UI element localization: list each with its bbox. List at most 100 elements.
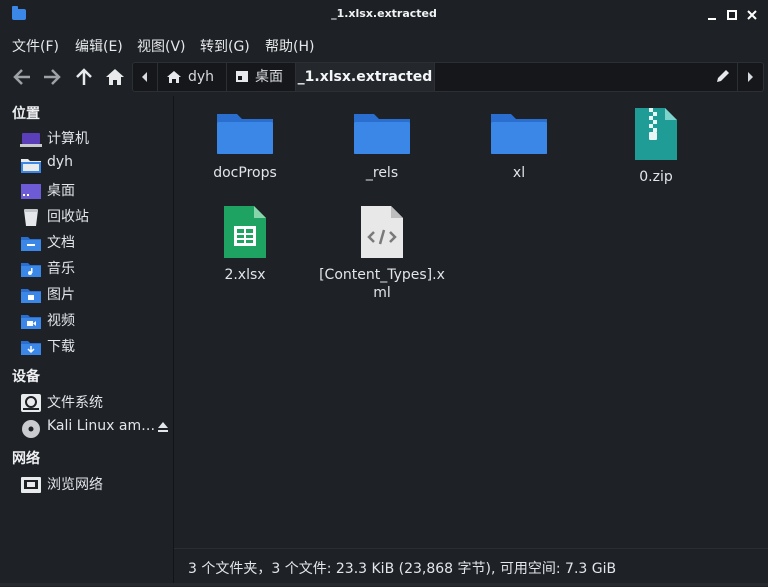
crumb-desktop[interactable]: 桌面 [227, 63, 295, 91]
file-item-xl[interactable]: xl [451, 108, 587, 182]
file-name: [Content_Types].xml [319, 267, 445, 301]
sidebar-item-label: dyh [47, 154, 74, 170]
desktop-folder-icon [21, 184, 41, 199]
sidebar-item-label: 视频 [47, 313, 75, 329]
arrow-right-icon [44, 69, 61, 85]
trash-icon [24, 209, 38, 226]
arrow-up-icon [76, 68, 92, 85]
crumb-label: 桌面 [255, 69, 283, 85]
xml-file-icon [361, 206, 403, 258]
file-name: _rels [365, 165, 399, 181]
menu-bar: 文件(F) 编辑(E) 视图(V) 转到(G) 帮助(H) [0, 30, 768, 58]
edit-path-button[interactable] [709, 63, 737, 91]
sidebar-item-label: 音乐 [47, 261, 75, 277]
videos-folder-icon [21, 315, 41, 329]
file-name: xl [512, 165, 526, 181]
file-item-xlsx[interactable]: 2.xlsx [177, 204, 313, 284]
file-view: docProps _rels xl 0.zip 2.xlsx [Content_… [174, 96, 768, 548]
window-title: _1.xlsx.extracted [331, 7, 437, 20]
status-text: 3 个文件夹，3 个文件: 23.3 KiB (23,868 字节), 可用空间… [188, 561, 617, 577]
sidebar-heading-places: 位置 [12, 106, 40, 122]
sidebar: 位置 计算机 dyh 桌面 回收站 文档 音乐 图片 视频 下载 设备 文件系统… [0, 96, 174, 586]
sidebar-item-label: 图片 [47, 287, 75, 303]
documents-folder-icon [21, 237, 41, 251]
title-bar: _1.xlsx.extracted [0, 0, 768, 30]
sidebar-item-label: 文档 [47, 235, 75, 251]
minimize-button[interactable] [705, 8, 719, 22]
sidebar-item-dyh[interactable]: dyh [0, 151, 173, 177]
sidebar-item-label: 计算机 [47, 131, 89, 147]
sidebar-heading-devices: 设备 [12, 369, 40, 385]
file-name: 0.zip [639, 169, 673, 185]
sidebar-item-label: 回收站 [47, 209, 89, 225]
sidebar-item-music[interactable]: 音乐 [0, 255, 173, 281]
path-scroll-left-button[interactable] [133, 63, 157, 91]
menu-edit[interactable]: 编辑(E) [75, 36, 123, 56]
sidebar-item-label: 浏览网络 [47, 477, 103, 493]
crumb-label: dyh [188, 69, 215, 85]
sidebar-heading-network: 网络 [12, 451, 40, 467]
sidebar-item-network[interactable]: 浏览网络 [0, 471, 173, 497]
sidebar-item-downloads[interactable]: 下载 [0, 333, 173, 359]
eject-icon [158, 422, 168, 432]
computer-icon [20, 133, 42, 147]
status-bar: 3 个文件夹，3 个文件: 23.3 KiB (23,868 字节), 可用空间… [174, 548, 768, 587]
desktop-icon [236, 71, 248, 82]
home-icon [167, 71, 181, 83]
path-bar: dyh 桌面 _1.xlsx.extracted [132, 62, 764, 92]
file-name: 2.xlsx [224, 267, 266, 283]
path-scroll-right-button[interactable] [738, 63, 762, 91]
minimize-icon [708, 18, 716, 20]
menu-view[interactable]: 视图(V) [137, 36, 186, 56]
sidebar-item-label: 下载 [47, 339, 75, 355]
zip-archive-icon [635, 108, 677, 160]
forward-button[interactable] [40, 66, 64, 88]
home-folder-icon [21, 159, 41, 173]
close-icon [747, 10, 757, 20]
back-button[interactable] [10, 66, 34, 88]
maximize-button[interactable] [725, 8, 739, 22]
sidebar-item-optical-disc[interactable]: Kali Linux am… [0, 415, 173, 441]
file-item-content-types[interactable]: [Content_Types].xml [314, 204, 450, 302]
pencil-icon [717, 70, 729, 82]
up-button[interactable] [72, 66, 96, 88]
file-item-rels[interactable]: _rels [314, 108, 450, 182]
menu-go[interactable]: 转到(G) [200, 36, 250, 56]
home-icon [106, 69, 124, 85]
sidebar-item-videos[interactable]: 视频 [0, 307, 173, 333]
sidebar-item-documents[interactable]: 文档 [0, 229, 173, 255]
file-name: docProps [213, 165, 277, 181]
music-folder-icon [21, 263, 41, 277]
home-button[interactable] [103, 66, 127, 88]
chevron-right-icon [748, 72, 753, 82]
eject-button[interactable] [157, 421, 169, 436]
sidebar-item-desktop[interactable]: 桌面 [0, 177, 173, 203]
optical-disc-icon [22, 420, 40, 438]
menu-help[interactable]: 帮助(H) [265, 36, 314, 56]
sidebar-item-label: Kali Linux am… [47, 418, 156, 434]
file-manager-window: _1.xlsx.extracted 文件(F) 编辑(E) 视图(V) 转到(G… [0, 0, 768, 587]
pictures-folder-icon [21, 289, 41, 303]
folder-icon [354, 114, 410, 154]
sidebar-item-label: 文件系统 [47, 395, 103, 411]
crumb-home[interactable]: dyh [158, 63, 226, 91]
folder-icon [491, 114, 547, 154]
maximize-icon [727, 10, 737, 20]
menu-file[interactable]: 文件(F) [12, 36, 59, 56]
sidebar-item-filesystem[interactable]: 文件系统 [0, 389, 173, 415]
sidebar-item-label: 桌面 [47, 183, 75, 199]
crumb-current[interactable]: _1.xlsx.extracted [296, 63, 434, 91]
chevron-left-icon [142, 72, 147, 82]
sidebar-item-computer[interactable]: 计算机 [0, 125, 173, 151]
sidebar-item-trash[interactable]: 回收站 [0, 203, 173, 229]
close-button[interactable] [745, 8, 759, 22]
file-item-docprops[interactable]: docProps [177, 108, 313, 182]
network-icon [21, 477, 41, 493]
folder-icon [217, 114, 273, 154]
sidebar-item-pictures[interactable]: 图片 [0, 281, 173, 307]
downloads-folder-icon [21, 341, 41, 355]
arrow-left-icon [13, 69, 30, 85]
file-item-zip[interactable]: 0.zip [588, 106, 724, 186]
harddisk-icon [21, 394, 41, 412]
spreadsheet-icon [224, 206, 266, 258]
